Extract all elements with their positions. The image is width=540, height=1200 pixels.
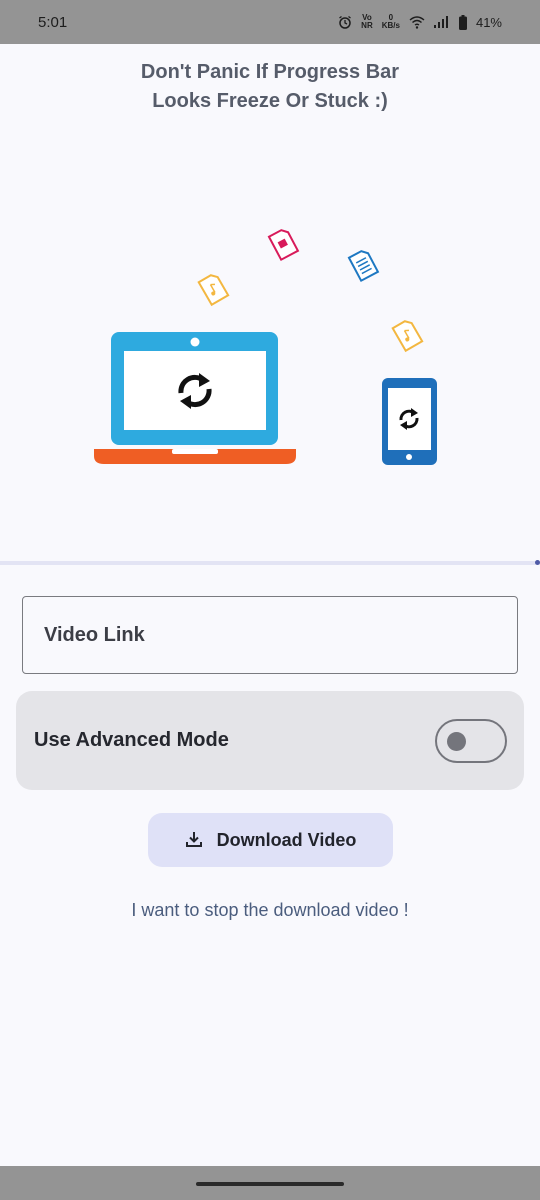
alarm-icon [338,15,352,29]
laptop-icon [94,332,296,464]
network-bottom-label: NR [361,21,373,30]
status-bar: 5:01 Vo NR 0 KB/s 41% [0,0,540,44]
download-video-label: Download Video [216,829,357,850]
document-file-icon [347,250,380,283]
volte-icon: Vo NR [361,14,373,30]
progress-warning-message: Don't Panic If Progress Bar Looks Freeze… [140,61,400,112]
download-progress-bar [0,560,540,565]
battery-icon [458,14,467,30]
transfer-illustration [94,229,437,465]
download-icon [185,830,203,851]
speed-indicator: 0 KB/s [382,14,400,30]
advanced-mode-toggle[interactable] [435,718,507,763]
phone-icon [382,378,437,465]
stop-download-link[interactable]: I want to stop the download video ! [0,900,540,921]
image-file-icon [267,229,300,262]
advanced-mode-row[interactable]: Use Advanced Mode [16,691,524,790]
speed-unit: KB/s [381,21,400,30]
toggle-knob [447,731,466,751]
status-time: 5:01 [38,13,68,31]
advanced-mode-label: Use Advanced Mode [34,729,229,751]
video-link-input[interactable]: Video Link [22,596,518,674]
download-video-button[interactable]: Download Video [148,813,393,867]
signal-icon [433,16,450,28]
battery-level: 41% [475,14,502,30]
home-gesture-handle[interactable] [196,1182,344,1186]
video-link-placeholder: Video Link [44,623,145,646]
navigation-bar [0,1166,540,1200]
music-file-icon [197,274,230,307]
status-icons: Vo NR 0 KB/s 41% [338,14,502,30]
music-file-icon [391,320,424,353]
progress-end-dot [535,560,540,565]
wifi-icon [409,15,425,29]
